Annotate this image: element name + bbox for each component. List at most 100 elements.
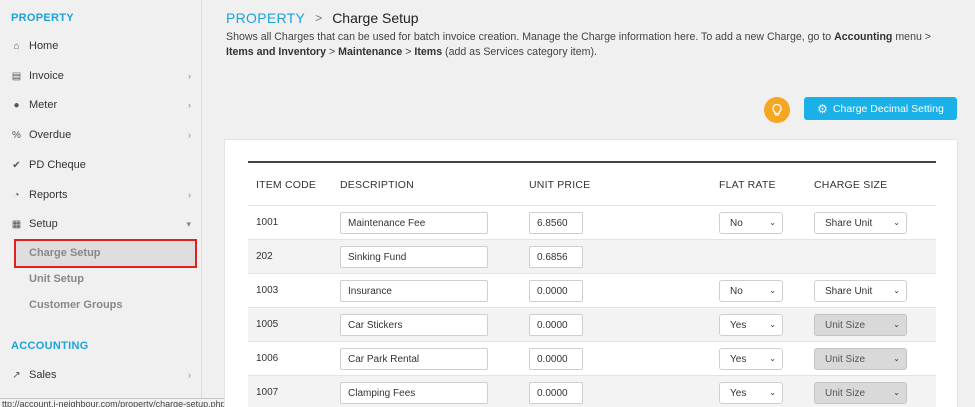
flat-rate-value: No: [730, 285, 743, 297]
chevron-icon: ›: [188, 130, 191, 140]
charges-table-card: ITEM CODE DESCRIPTION UNIT PRICE FLAT RA…: [224, 139, 958, 407]
page-title: Charge Setup: [332, 10, 419, 26]
sidebar-item-setup[interactable]: ▦ Setup ▾: [0, 209, 202, 239]
table-row: 1003 Insurance 0.0000 No ⌄ Share Unit ⌄: [248, 273, 936, 307]
description-input[interactable]: Car Stickers: [340, 314, 488, 336]
sidebar-item-label: Meter: [29, 99, 58, 111]
item-code: 1005: [256, 319, 279, 330]
description-input[interactable]: Clamping Fees: [340, 382, 488, 404]
flat-rate-select[interactable]: Yes ⌄: [719, 348, 783, 370]
chevron-down-icon: ⌄: [893, 320, 900, 329]
item-code: 1006: [256, 353, 279, 364]
pie-chart-icon: ◔: [13, 189, 20, 201]
flat-rate-select[interactable]: No ⌄: [719, 280, 783, 302]
description-input[interactable]: Insurance: [340, 280, 488, 302]
charge-decimal-setting-button[interactable]: ⚙ Charge Decimal Setting: [804, 97, 957, 120]
charge-size-value: Share Unit: [825, 217, 873, 229]
drop-icon: ●: [13, 99, 20, 111]
sidebar-item-label: Reports: [29, 189, 68, 201]
flat-rate-select[interactable]: Yes ⌄: [719, 382, 783, 404]
flat-rate-select[interactable]: Yes ⌄: [719, 314, 783, 336]
percent-icon: %: [12, 129, 21, 141]
unit-price-input[interactable]: 0.0000: [529, 382, 583, 404]
sidebar-item-label: Invoice: [29, 70, 64, 82]
description-input[interactable]: Maintenance Fee: [340, 212, 488, 234]
column-header-flat-rate: FLAT RATE: [719, 179, 776, 191]
grid-icon: ▦: [11, 218, 22, 230]
column-header-description: DESCRIPTION: [340, 179, 414, 191]
sidebar-item-sales[interactable]: ↗ Sales ›: [0, 360, 202, 390]
charge-size-select[interactable]: Share Unit ⌄: [814, 280, 907, 302]
sidebar-subitem-charge-setup[interactable]: Charge Setup: [14, 239, 197, 268]
unit-price-input[interactable]: 6.8560: [529, 212, 583, 234]
sidebar-item-label: Home: [29, 40, 59, 52]
unit-price-input[interactable]: 0.6856: [529, 246, 583, 268]
lightbulb-icon[interactable]: [764, 97, 790, 123]
sidebar-subitem-unit-setup[interactable]: Unit Setup: [29, 273, 84, 285]
sidebar-item-label: Sales: [29, 369, 57, 381]
charge-decimal-setting-label: Charge Decimal Setting: [832, 102, 944, 115]
flat-rate-select[interactable]: No ⌄: [719, 212, 783, 234]
gear-icon: ⚙: [817, 101, 828, 116]
sidebar-subitem-label: Charge Setup: [29, 247, 101, 259]
charge-size-value: Unit Size: [825, 387, 866, 399]
sidebar-item-overdue[interactable]: % Overdue ›: [0, 120, 202, 150]
sidebar-subitem-customer-groups[interactable]: Customer Groups: [29, 299, 123, 311]
column-header-unit-price: UNIT PRICE: [529, 179, 591, 191]
sidebar: PROPERTY ⌂ Home ▤ Invoice › ● Meter ›% Overdue › ✔…: [0, 0, 202, 407]
table-row: 1007 Clamping Fees 0.0000 Yes ⌄ Unit Size ⌄: [248, 375, 936, 407]
sidebar-item-label: Overdue: [29, 129, 72, 141]
sidebar-item-invoice[interactable]: ▤ Invoice ›: [0, 61, 202, 91]
flat-rate-value: No: [730, 217, 743, 229]
unit-price-input[interactable]: 0.0000: [529, 280, 583, 302]
table-row: 202 Sinking Fund 0.6856: [248, 239, 936, 273]
breadcrumb-separator: >: [315, 11, 323, 25]
chevron-down-icon: ⌄: [893, 388, 900, 397]
document-icon: ▤: [11, 70, 22, 82]
sidebar-section-property: PROPERTY: [11, 12, 74, 24]
status-bar-url: ttp://account.i-neighbour.com/property/c…: [0, 398, 233, 407]
sidebar-item-pd-cheque[interactable]: ✔ PD Cheque: [0, 150, 202, 180]
charge-size-select: Unit Size ⌄: [814, 348, 907, 370]
chevron-down-icon: ⌄: [769, 354, 776, 363]
chevron-icon: ▾: [186, 218, 191, 229]
flat-rate-value: Yes: [730, 319, 747, 331]
sidebar-item-home[interactable]: ⌂ Home: [0, 31, 202, 61]
chevron-icon: ›: [188, 190, 191, 200]
check-icon: ✔: [12, 159, 21, 171]
sidebar-item-label: PD Cheque: [29, 159, 86, 171]
unit-price-input[interactable]: 0.0000: [529, 348, 583, 370]
sidebar-item-meter[interactable]: ● Meter ›: [0, 90, 202, 120]
page-description: Shows all Charges that can be used for b…: [226, 31, 931, 58]
sidebar-item-label: Setup: [29, 218, 58, 230]
sidebar-section-accounting: ACCOUNTING: [11, 340, 89, 352]
chevron-down-icon: ⌄: [769, 286, 776, 295]
chevron-icon: ›: [188, 71, 191, 81]
charge-size-select: Unit Size ⌄: [814, 382, 907, 404]
breadcrumb: PROPERTY > Charge Setup: [226, 10, 419, 26]
chevron-down-icon: ⌄: [769, 320, 776, 329]
description-input[interactable]: Car Park Rental: [340, 348, 488, 370]
line-chart-icon: ↗: [12, 369, 21, 381]
charge-size-value: Unit Size: [825, 353, 866, 365]
chevron-down-icon: ⌄: [893, 286, 900, 295]
table-row: 1006 Car Park Rental 0.0000 Yes ⌄ Unit Size ⌄: [248, 341, 936, 375]
home-icon: ⌂: [13, 40, 20, 52]
charge-size-value: Share Unit: [825, 285, 873, 297]
column-header-item-code: ITEM CODE: [256, 179, 317, 191]
chevron-down-icon: ⌄: [769, 388, 776, 397]
charge-size-select[interactable]: Share Unit ⌄: [814, 212, 907, 234]
unit-price-input[interactable]: 0.0000: [529, 314, 583, 336]
description-input[interactable]: Sinking Fund: [340, 246, 488, 268]
table-header-rule: [248, 161, 936, 163]
sidebar-item-reports[interactable]: ◔ Reports ›: [0, 180, 202, 210]
breadcrumb-parent[interactable]: PROPERTY: [226, 10, 305, 26]
table-row: 1001 Maintenance Fee 6.8560 No ⌄ Share Unit ⌄: [248, 205, 936, 239]
chevron-icon: ›: [188, 100, 191, 110]
charge-size-value: Unit Size: [825, 319, 866, 331]
chevron-down-icon: ⌄: [893, 354, 900, 363]
item-code: 1007: [256, 387, 279, 398]
chevron-down-icon: ⌄: [769, 218, 776, 227]
item-code: 1001: [256, 217, 279, 228]
flat-rate-value: Yes: [730, 353, 747, 365]
